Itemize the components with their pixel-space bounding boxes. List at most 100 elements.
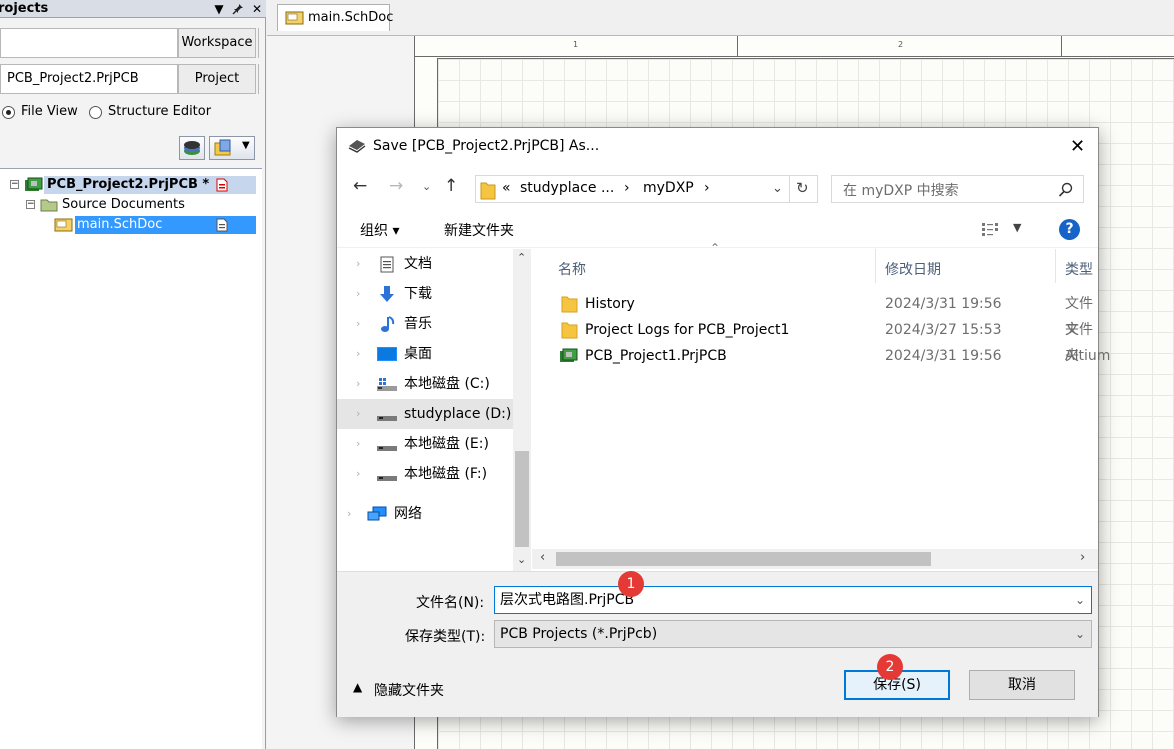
cancel-button[interactable]: 取消 xyxy=(969,670,1075,700)
filetype-select[interactable]: PCB Projects (*.PrjPcb) ⌄ xyxy=(494,620,1092,648)
structure-editor-label: Structure Editor xyxy=(108,104,212,119)
chevron-right-icon[interactable]: › xyxy=(356,399,360,429)
address-separator[interactable]: › xyxy=(704,180,710,196)
file-row[interactable]: PCB_Project1.PrjPCB 2024/3/31 19:56 Alti… xyxy=(532,343,1110,369)
workspace-field[interactable] xyxy=(0,28,178,58)
chevron-right-icon[interactable]: › xyxy=(356,429,360,459)
pcb-project-icon xyxy=(25,177,43,191)
scroll-right-icon[interactable]: › xyxy=(1080,550,1085,565)
navigation-pane: › 文档 › 下载 › 音乐 › 桌面 › 本地磁盘 (C:) › studyp… xyxy=(337,249,532,571)
chevron-down-icon[interactable]: ⌄ xyxy=(1075,621,1085,647)
project-tree: − PCB_Project2.PrjPCB * − Source Documen… xyxy=(0,168,262,749)
drive-c-icon xyxy=(377,378,397,391)
chevron-up-icon[interactable]: ▲ xyxy=(353,680,362,694)
collapse-toggle[interactable]: − xyxy=(26,200,35,209)
workspace-tool-button[interactable] xyxy=(179,136,205,160)
address-bar[interactable]: « studyplace ... › myDXP › ⌄ ↻ xyxy=(475,175,818,203)
dialog-title-bar: Save [PCB_Project2.PrjPCB] As... ✕ xyxy=(337,128,1098,166)
help-icon[interactable]: ? xyxy=(1059,219,1080,240)
scroll-left-icon[interactable]: ‹ xyxy=(540,550,545,565)
column-header-name[interactable]: 名称 xyxy=(558,259,586,279)
horizontal-scrollbar[interactable]: ‹ › xyxy=(532,549,1098,569)
column-divider[interactable] xyxy=(875,249,876,283)
file-row[interactable]: Project Logs for PCB_Project1 2024/3/27 … xyxy=(532,317,1098,364)
tree-item-document[interactable]: main.SchDoc xyxy=(75,216,256,234)
chevron-down-icon[interactable]: ▼ xyxy=(1013,221,1021,234)
modified-document-icon xyxy=(216,178,228,192)
tree-item-project[interactable]: PCB_Project2.PrjPCB * xyxy=(44,176,256,194)
dialog-footer: 文件名(N): 层次式电路图.PrjPCB ⌄ 保存类型(T): PCB Pro… xyxy=(337,571,1098,717)
column-divider[interactable] xyxy=(1055,249,1056,283)
schematic-document-icon xyxy=(54,218,73,232)
chevron-right-icon[interactable]: › xyxy=(356,249,360,279)
project-field[interactable]: PCB_Project2.PrjPCB xyxy=(0,64,178,94)
schematic-document-icon xyxy=(285,11,304,25)
tree-item-folder[interactable]: Source Documents xyxy=(62,196,185,214)
address-separator[interactable]: › xyxy=(624,180,630,196)
close-icon[interactable]: ✕ xyxy=(1070,136,1085,157)
ruler-divider xyxy=(1061,36,1062,57)
chevron-down-icon[interactable]: ⌄ xyxy=(1075,587,1085,613)
recent-locations-icon[interactable]: ⌄ xyxy=(422,180,431,193)
new-folder-button[interactable]: 新建文件夹 xyxy=(444,220,514,240)
nav-item-drive-f[interactable]: › 本地磁盘 (F:) xyxy=(337,459,513,489)
chevron-right-icon[interactable]: › xyxy=(347,499,351,529)
project-button[interactable]: Project xyxy=(178,64,256,94)
scrollbar-thumb[interactable] xyxy=(515,451,529,547)
nav-item-drive-c[interactable]: › 本地磁盘 (C:) xyxy=(337,369,513,399)
navigation-scrollbar[interactable]: ⌃ ⌄ xyxy=(513,249,531,571)
view-options-icon[interactable] xyxy=(981,222,1003,236)
field-divider xyxy=(258,64,262,94)
forward-arrow-icon[interactable]: → xyxy=(389,176,403,196)
pin-icon[interactable] xyxy=(231,0,245,18)
dialog-title: Save [PCB_Project2.PrjPCB] As... xyxy=(373,138,600,154)
workspace-button[interactable]: Workspace xyxy=(178,28,256,58)
scroll-up-icon[interactable]: ⌃ xyxy=(517,251,526,264)
back-arrow-icon[interactable]: ← xyxy=(353,176,367,196)
column-header-modified[interactable]: 修改日期 xyxy=(885,259,941,279)
column-header-type[interactable]: 类型 xyxy=(1065,259,1093,279)
document-icon xyxy=(380,256,394,273)
filename-input[interactable]: 层次式电路图.PrjPCB ⌄ xyxy=(494,586,1092,614)
chevron-right-icon[interactable]: › xyxy=(356,369,360,399)
refresh-icon[interactable]: ↻ xyxy=(796,179,809,197)
nav-item-music[interactable]: › 音乐 xyxy=(337,309,513,339)
up-arrow-icon[interactable]: ↑ xyxy=(444,176,458,196)
field-divider xyxy=(258,28,262,58)
file-list: ⌃ 名称 修改日期 类型 History 2024/3/31 19:56 文件夹… xyxy=(532,241,1110,549)
panel-menu-icon[interactable]: ▼ xyxy=(212,0,226,18)
project-tool-dropdown[interactable]: ▼ xyxy=(209,136,255,160)
chevron-down-icon: ▼ xyxy=(242,140,250,151)
structure-editor-radio[interactable] xyxy=(89,106,102,119)
scrollbar-thumb[interactable] xyxy=(556,552,931,566)
document-tab[interactable]: main.SchDoc xyxy=(277,4,393,31)
search-box[interactable]: 在 myDXP 中搜索 xyxy=(831,175,1084,203)
document-tab-bar xyxy=(267,0,1174,36)
close-icon[interactable]: ✕ xyxy=(250,0,264,18)
file-view-radio[interactable] xyxy=(2,106,15,119)
folder-icon xyxy=(40,199,58,212)
nav-item-network[interactable]: › 网络 xyxy=(337,499,513,529)
chevron-right-icon[interactable]: › xyxy=(356,459,360,489)
chevron-down-icon[interactable]: ⌄ xyxy=(772,181,783,196)
nav-item-downloads[interactable]: › 下载 xyxy=(337,279,513,309)
nav-item-documents[interactable]: › 文档 xyxy=(337,249,513,279)
organize-menu[interactable]: 组织 ▾ xyxy=(360,220,399,240)
nav-item-drive-e[interactable]: › 本地磁盘 (E:) xyxy=(337,429,513,459)
hide-folders-toggle[interactable]: 隐藏文件夹 xyxy=(374,680,444,700)
filename-label: 文件名(N): xyxy=(416,595,485,611)
desktop-icon xyxy=(377,347,397,361)
chevron-right-icon[interactable]: › xyxy=(356,279,360,309)
pcb-project-icon xyxy=(560,348,578,362)
collapse-toggle[interactable]: − xyxy=(10,180,19,189)
address-segment[interactable]: myDXP xyxy=(643,180,694,196)
nav-item-drive-d[interactable]: › studyplace (D:) xyxy=(337,399,513,429)
nav-item-desktop[interactable]: › 桌面 xyxy=(337,339,513,369)
scroll-down-icon[interactable]: ⌄ xyxy=(517,553,526,566)
address-segment[interactable]: studyplace ... xyxy=(520,180,614,196)
file-row[interactable]: History 2024/3/31 19:56 文件夹 xyxy=(532,291,1098,338)
chevron-right-icon[interactable]: › xyxy=(356,339,360,369)
chevron-right-icon[interactable]: › xyxy=(356,309,360,339)
panel-title-bar: rojects ▼ ✕ xyxy=(0,0,266,18)
search-icon[interactable] xyxy=(1058,182,1074,198)
